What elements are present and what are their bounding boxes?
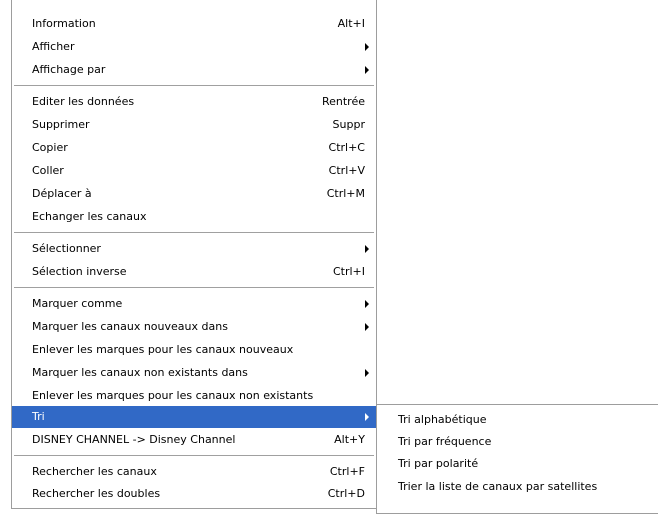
menu-item-marquer-non-existants[interactable]: Marquer les canaux non existants dans [12, 362, 376, 384]
shortcut-label: Suppr [332, 118, 365, 131]
menu-item-information[interactable]: Information Alt+I [12, 13, 376, 35]
menu-item-marquer-canaux-nouveaux[interactable]: Marquer les canaux nouveaux dans [12, 316, 376, 338]
submenu-item-tri-polarite[interactable]: Tri par polarité [377, 453, 658, 475]
shortcut-label: Ctrl+I [332, 265, 365, 278]
menu-separator [14, 232, 374, 233]
context-menu: Information Alt+I Afficher Affichage par… [11, 0, 377, 509]
menu-item-label: Trier la liste de canaux par satellites [398, 480, 598, 493]
menu-item-rechercher-canaux[interactable]: Rechercher les canaux Ctrl+F [12, 461, 376, 483]
menu-item-label: Rechercher les canaux [32, 465, 157, 478]
menu-item-copier[interactable]: Copier Ctrl+C [12, 137, 376, 159]
shortcut-label: Rentrée [321, 95, 365, 108]
menu-item-label: Affichage par [32, 63, 106, 76]
menu-item-label: Sélectionner [32, 242, 101, 255]
submenu-arrow-icon [365, 323, 369, 331]
menu-item-label: Afficher [32, 40, 75, 53]
menu-item-editer-donnees[interactable]: Editer les données Rentrée [12, 91, 376, 113]
menu-item-label: Copier [32, 141, 68, 154]
menu-item-label: Coller [32, 164, 64, 177]
shortcut-label: Ctrl+M [326, 187, 365, 200]
menu-item-label: Enlever les marques pour les canaux nouv… [32, 343, 294, 356]
menu-item-label: Déplacer à [32, 187, 92, 200]
menu-item-label: Tri [32, 410, 45, 423]
menu-item-label: Tri alphabétique [398, 413, 487, 426]
menu-item-label: Sélection inverse [32, 265, 127, 278]
menu-item-label: Information [32, 17, 96, 30]
menu-item-tri[interactable]: Tri [12, 406, 376, 428]
menu-item-supprimer[interactable]: Supprimer Suppr [12, 114, 376, 136]
menu-item-label: Tri par fréquence [398, 435, 492, 448]
shortcut-label: Ctrl+F [329, 465, 365, 478]
menu-item-label: Editer les données [32, 95, 135, 108]
shortcut-label: Alt+I [337, 17, 365, 30]
submenu-item-tri-alphabetique[interactable]: Tri alphabétique [377, 409, 658, 431]
submenu-arrow-icon [365, 43, 369, 51]
menu-item-label: Marquer les canaux non existants dans [32, 366, 248, 379]
menu-item-label: Echanger les canaux [32, 210, 147, 223]
submenu-arrow-icon [365, 245, 369, 253]
shortcut-label: Ctrl+V [328, 164, 365, 177]
menu-separator [14, 287, 374, 288]
menu-item-selectionner[interactable]: Sélectionner [12, 238, 376, 260]
menu-item-deplacer[interactable]: Déplacer à Ctrl+M [12, 183, 376, 205]
menu-item-label: Marquer comme [32, 297, 123, 310]
menu-separator [14, 455, 374, 456]
menu-item-enlever-marques-nouveaux[interactable]: Enlever les marques pour les canaux nouv… [12, 339, 376, 361]
menu-item-coller[interactable]: Coller Ctrl+V [12, 160, 376, 182]
submenu-arrow-icon [365, 413, 369, 421]
submenu-arrow-icon [365, 369, 369, 377]
menu-item-affichage-par[interactable]: Affichage par [12, 59, 376, 81]
menu-item-label: DISNEY CHANNEL -> Disney Channel [32, 433, 236, 446]
menu-item-afficher[interactable]: Afficher [12, 36, 376, 58]
menu-item-label: Marquer les canaux nouveaux dans [32, 320, 228, 333]
menu-item-selection-inverse[interactable]: Sélection inverse Ctrl+I [12, 261, 376, 283]
menu-item-label: Enlever les marques pour les canaux non … [32, 389, 314, 402]
menu-separator [14, 85, 374, 86]
menu-item-label: Tri par polarité [398, 457, 479, 470]
shortcut-label: Alt+Y [334, 433, 365, 446]
submenu-arrow-icon [365, 300, 369, 308]
submenu-item-trier-satellites[interactable]: Trier la liste de canaux par satellites [377, 476, 658, 498]
submenu-item-tri-frequence[interactable]: Tri par fréquence [377, 431, 658, 453]
tri-submenu: Tri alphabétique Tri par fréquence Tri p… [376, 404, 658, 514]
submenu-arrow-icon [365, 66, 369, 74]
menu-item-disney-channel[interactable]: DISNEY CHANNEL -> Disney Channel Alt+Y [12, 429, 376, 451]
menu-item-label: Supprimer [32, 118, 90, 131]
shortcut-label: Ctrl+C [328, 141, 365, 154]
menu-item-marquer-comme[interactable]: Marquer comme [12, 293, 376, 315]
menu-item-enlever-marques-non-existants[interactable]: Enlever les marques pour les canaux non … [12, 385, 376, 407]
menu-item-echanger-canaux[interactable]: Echanger les canaux [12, 206, 376, 228]
